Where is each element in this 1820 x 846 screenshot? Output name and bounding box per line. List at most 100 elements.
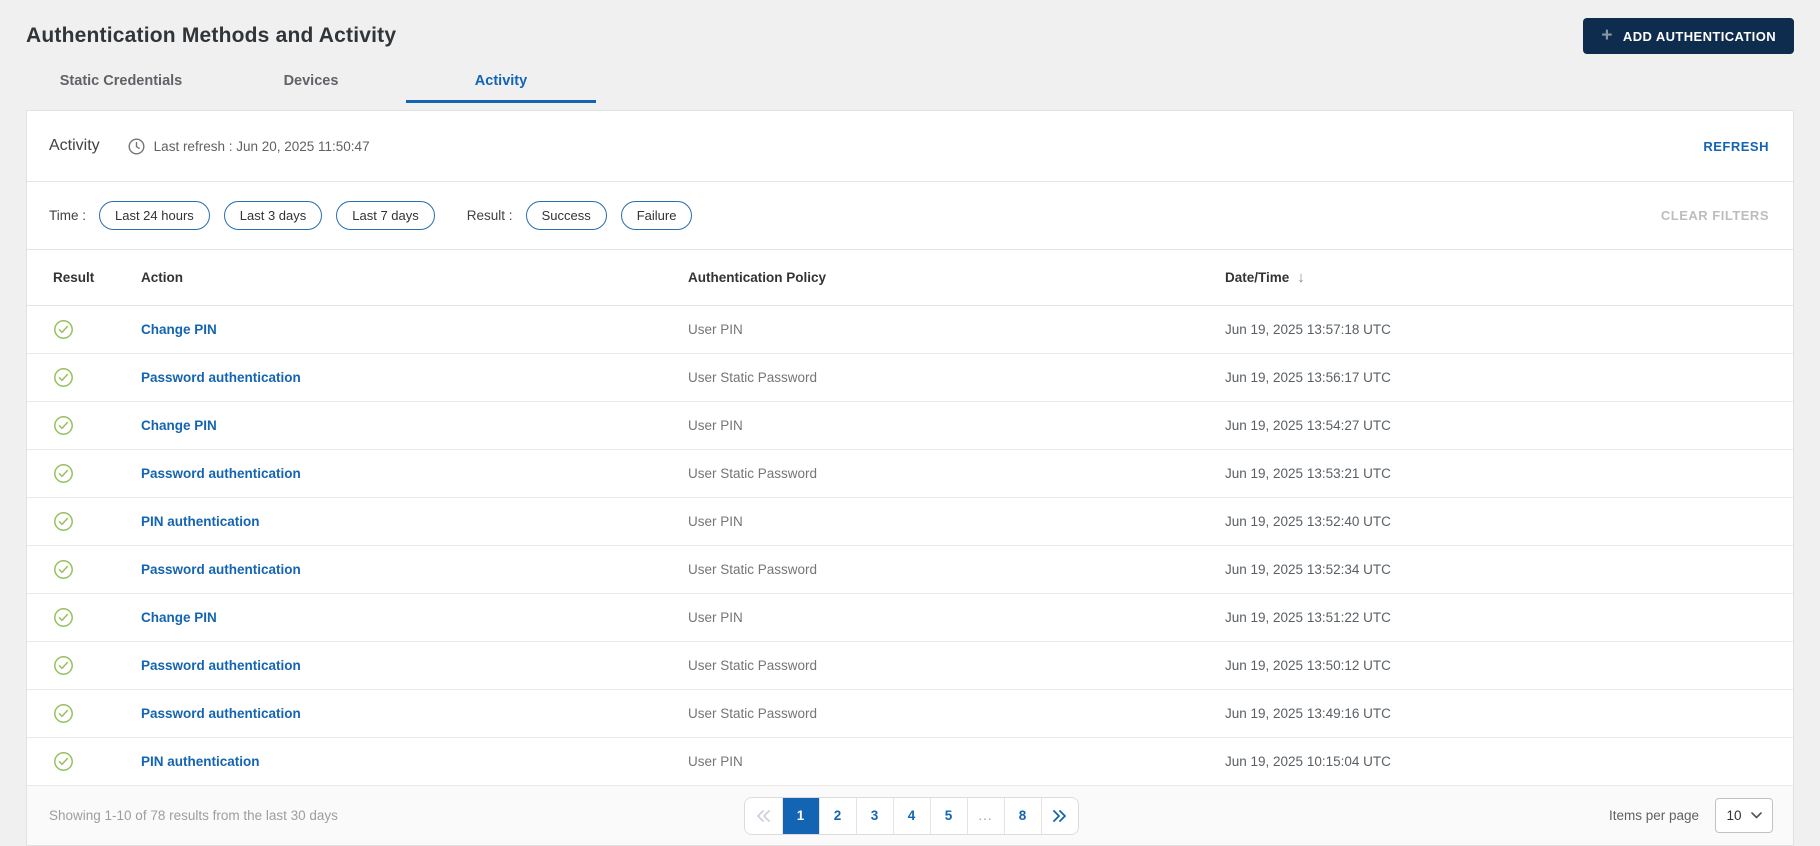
success-check-icon bbox=[54, 368, 73, 387]
table-row: Password authentication User Static Pass… bbox=[27, 546, 1793, 594]
policy-cell: User Static Password bbox=[688, 562, 818, 577]
policy-cell: User PIN bbox=[688, 754, 743, 769]
datetime-cell: Jun 19, 2025 13:54:27 UTC bbox=[1225, 418, 1391, 433]
panel-title: Activity bbox=[49, 137, 100, 154]
table-row: PIN authentication User PIN Jun 19, 2025… bbox=[27, 498, 1793, 546]
time-filter-chips: Last 24 hours Last 3 days Last 7 days bbox=[99, 201, 435, 230]
time-filter-label: Time : bbox=[49, 208, 86, 223]
success-check-icon bbox=[54, 608, 73, 627]
pagination-page-4[interactable]: 4 bbox=[892, 797, 930, 834]
table-row: PIN authentication User PIN Jun 19, 2025… bbox=[27, 738, 1793, 786]
pagination-page-8[interactable]: 8 bbox=[1003, 797, 1041, 834]
datetime-cell: Jun 19, 2025 13:49:16 UTC bbox=[1225, 706, 1391, 721]
action-link[interactable]: Password authentication bbox=[141, 466, 301, 481]
sort-descending-icon: ↓ bbox=[1297, 269, 1305, 286]
datetime-cell: Jun 19, 2025 13:57:18 UTC bbox=[1225, 322, 1391, 337]
filter-chip-failure[interactable]: Failure bbox=[620, 201, 693, 230]
column-header-action: Action bbox=[141, 270, 183, 285]
page: Authentication Methods and Activity + AD… bbox=[0, 0, 1820, 846]
action-link[interactable]: Password authentication bbox=[141, 706, 301, 721]
action-link[interactable]: Change PIN bbox=[141, 322, 217, 337]
refresh-button[interactable]: REFRESH bbox=[1703, 139, 1769, 154]
pagination-page-1[interactable]: 1 bbox=[781, 797, 819, 834]
tab-activity[interactable]: Activity bbox=[406, 60, 596, 103]
policy-cell: User PIN bbox=[688, 610, 743, 625]
last-refresh: Last refresh : Jun 20, 2025 11:50:47 bbox=[128, 137, 370, 155]
activity-panel: Activity Last refresh : Jun 20, 2025 11:… bbox=[26, 110, 1794, 846]
pagination-first bbox=[744, 797, 782, 834]
double-chevron-left-icon bbox=[756, 809, 770, 822]
results-summary: Showing 1-10 of 78 results from the last… bbox=[49, 808, 338, 823]
table-row: Password authentication User Static Pass… bbox=[27, 450, 1793, 498]
result-cell bbox=[27, 367, 141, 388]
page-title: Authentication Methods and Activity bbox=[26, 24, 397, 47]
clock-icon bbox=[128, 137, 145, 155]
result-cell bbox=[27, 511, 141, 532]
add-authentication-label: ADD AUTHENTICATION bbox=[1622, 28, 1776, 44]
table-row: Password authentication User Static Pass… bbox=[27, 642, 1793, 690]
items-per-page-select[interactable]: 10 bbox=[1715, 798, 1773, 833]
tab-bar: Static Credentials Devices Activity bbox=[26, 60, 1794, 103]
column-header-datetime[interactable]: Date/Time ↓ bbox=[1225, 269, 1793, 286]
result-cell bbox=[27, 607, 141, 628]
action-link[interactable]: PIN authentication bbox=[141, 514, 260, 529]
policy-cell: User PIN bbox=[688, 514, 743, 529]
table-row: Change PIN User PIN Jun 19, 2025 13:57:1… bbox=[27, 306, 1793, 354]
datetime-cell: Jun 19, 2025 13:50:12 UTC bbox=[1225, 658, 1391, 673]
action-link[interactable]: Change PIN bbox=[141, 418, 217, 433]
add-authentication-button[interactable]: + ADD AUTHENTICATION bbox=[1583, 18, 1794, 54]
pagination-page-5[interactable]: 5 bbox=[929, 797, 967, 834]
page-header: Authentication Methods and Activity + AD… bbox=[26, 0, 1794, 56]
result-cell bbox=[27, 559, 141, 580]
result-filter-label: Result : bbox=[466, 208, 513, 223]
filter-chip-last-24-hours[interactable]: Last 24 hours bbox=[99, 201, 210, 230]
success-check-icon bbox=[54, 752, 73, 771]
pagination-ellipsis: ... bbox=[966, 797, 1004, 834]
success-check-icon bbox=[54, 560, 73, 579]
tab-static-credentials[interactable]: Static Credentials bbox=[26, 60, 216, 103]
tab-devices[interactable]: Devices bbox=[216, 60, 406, 103]
pagination: 1 2 3 4 5... 8 bbox=[743, 796, 1079, 835]
result-cell bbox=[27, 463, 141, 484]
success-check-icon bbox=[54, 464, 73, 483]
result-cell bbox=[27, 703, 141, 724]
action-link[interactable]: Password authentication bbox=[141, 658, 301, 673]
table-row: Change PIN User PIN Jun 19, 2025 13:51:2… bbox=[27, 594, 1793, 642]
plus-icon: + bbox=[1601, 24, 1613, 46]
result-cell bbox=[27, 751, 141, 772]
datetime-cell: Jun 19, 2025 13:53:21 UTC bbox=[1225, 466, 1391, 481]
clear-filters-button[interactable]: CLEAR FILTERS bbox=[1661, 208, 1769, 223]
datetime-cell: Jun 19, 2025 10:15:04 UTC bbox=[1225, 754, 1391, 769]
action-link[interactable]: Password authentication bbox=[141, 562, 301, 577]
policy-cell: User Static Password bbox=[688, 658, 818, 673]
success-check-icon bbox=[54, 416, 73, 435]
filter-chip-success[interactable]: Success bbox=[525, 201, 607, 230]
datetime-cell: Jun 19, 2025 13:51:22 UTC bbox=[1225, 610, 1391, 625]
table-footer: Showing 1-10 of 78 results from the last… bbox=[27, 786, 1793, 845]
filter-row: Time : Last 24 hours Last 3 days Last 7 da… bbox=[27, 182, 1793, 250]
action-link[interactable]: PIN authentication bbox=[141, 754, 260, 769]
policy-cell: User PIN bbox=[688, 418, 743, 433]
table-row: Change PIN User PIN Jun 19, 2025 13:54:2… bbox=[27, 402, 1793, 450]
action-link[interactable]: Change PIN bbox=[141, 610, 217, 625]
column-header-policy: Authentication Policy bbox=[688, 270, 827, 285]
pagination-page-3[interactable]: 3 bbox=[855, 797, 893, 834]
pagination-next[interactable] bbox=[1040, 797, 1078, 834]
action-link[interactable]: Password authentication bbox=[141, 370, 301, 385]
pagination-page-2[interactable]: 2 bbox=[818, 797, 856, 834]
result-cell bbox=[27, 415, 141, 436]
datetime-cell: Jun 19, 2025 13:56:17 UTC bbox=[1225, 370, 1391, 385]
table-row: Password authentication User Static Pass… bbox=[27, 690, 1793, 738]
filter-chip-last-3-days[interactable]: Last 3 days bbox=[223, 201, 323, 230]
result-cell bbox=[27, 319, 141, 340]
table-row: Password authentication User Static Pass… bbox=[27, 354, 1793, 402]
footer-left: Showing 1-10 of 78 results from the last… bbox=[49, 808, 744, 823]
result-filter-chips: Success Failure bbox=[525, 201, 693, 230]
filter-chip-last-7-days[interactable]: Last 7 days bbox=[336, 201, 435, 230]
datetime-cell: Jun 19, 2025 13:52:40 UTC bbox=[1225, 514, 1391, 529]
items-per-page-label: Items per page bbox=[1608, 808, 1699, 823]
success-check-icon bbox=[54, 320, 73, 339]
datetime-cell: Jun 19, 2025 13:52:34 UTC bbox=[1225, 562, 1391, 577]
items-per-page-value: 10 bbox=[1726, 808, 1742, 823]
result-cell bbox=[27, 655, 141, 676]
